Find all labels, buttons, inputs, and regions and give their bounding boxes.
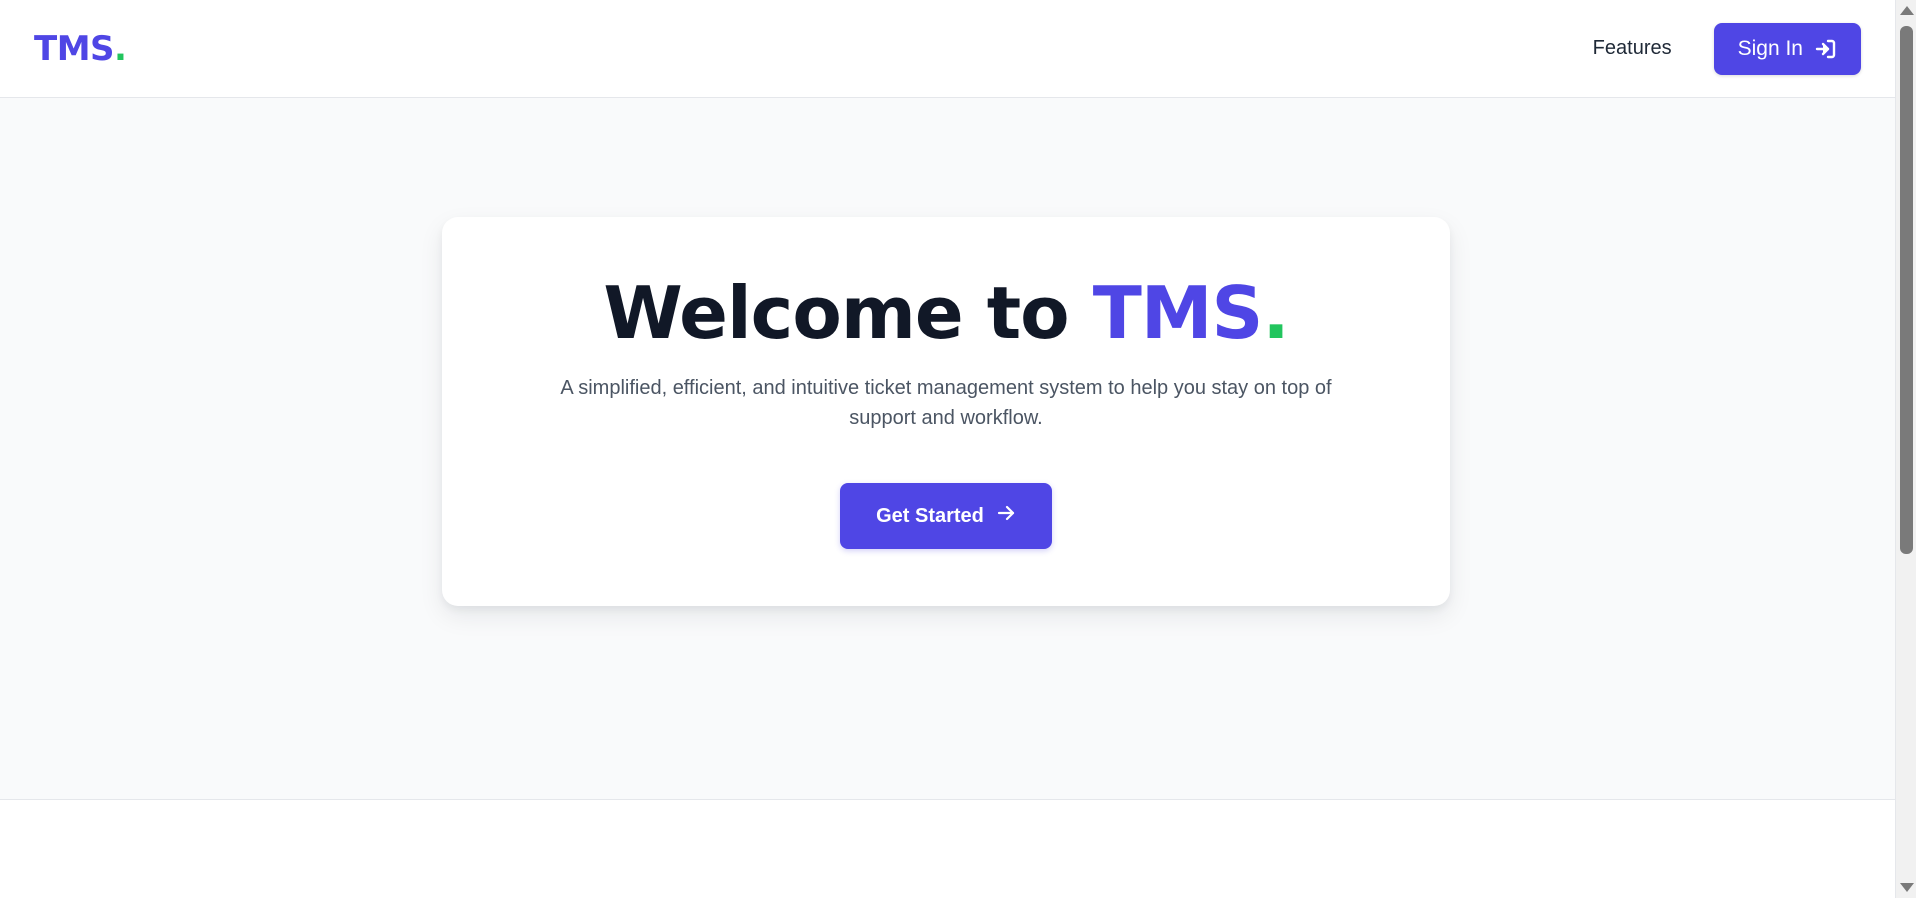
hero-title-brand: TMS xyxy=(1092,271,1264,355)
sign-in-button[interactable]: Sign In xyxy=(1713,22,1861,75)
logo-text: TMS xyxy=(34,28,115,69)
scroll-up-icon[interactable] xyxy=(1900,6,1914,15)
get-started-button[interactable]: Get Started xyxy=(840,483,1052,549)
hero-section: Welcome to TMS. A simplified, efficient,… xyxy=(0,98,1895,800)
arrow-right-icon xyxy=(996,503,1016,529)
scrollbar-thumb[interactable] xyxy=(1900,26,1913,554)
scroll-down-icon[interactable] xyxy=(1900,883,1914,892)
top-nav: Features Sign In xyxy=(1593,22,1861,75)
page-footer xyxy=(0,800,1895,898)
sign-in-icon xyxy=(1815,39,1837,59)
hero-title-dot: . xyxy=(1262,271,1289,355)
sign-in-label: Sign In xyxy=(1737,36,1803,60)
site-header: TMS. Features Sign In xyxy=(0,0,1895,98)
welcome-card: Welcome to TMS. A simplified, efficient,… xyxy=(442,217,1450,606)
logo-dot: . xyxy=(114,28,127,69)
hero-title-prefix: Welcome to xyxy=(603,271,1093,355)
hero-title: Welcome to TMS. xyxy=(603,277,1289,349)
get-started-label: Get Started xyxy=(876,504,984,527)
hero-subtitle: A simplified, efficient, and intuitive t… xyxy=(560,377,1332,429)
vertical-scrollbar[interactable] xyxy=(1895,0,1916,898)
logo[interactable]: TMS. xyxy=(34,28,127,69)
nav-link-features[interactable]: Features xyxy=(1593,37,1672,60)
